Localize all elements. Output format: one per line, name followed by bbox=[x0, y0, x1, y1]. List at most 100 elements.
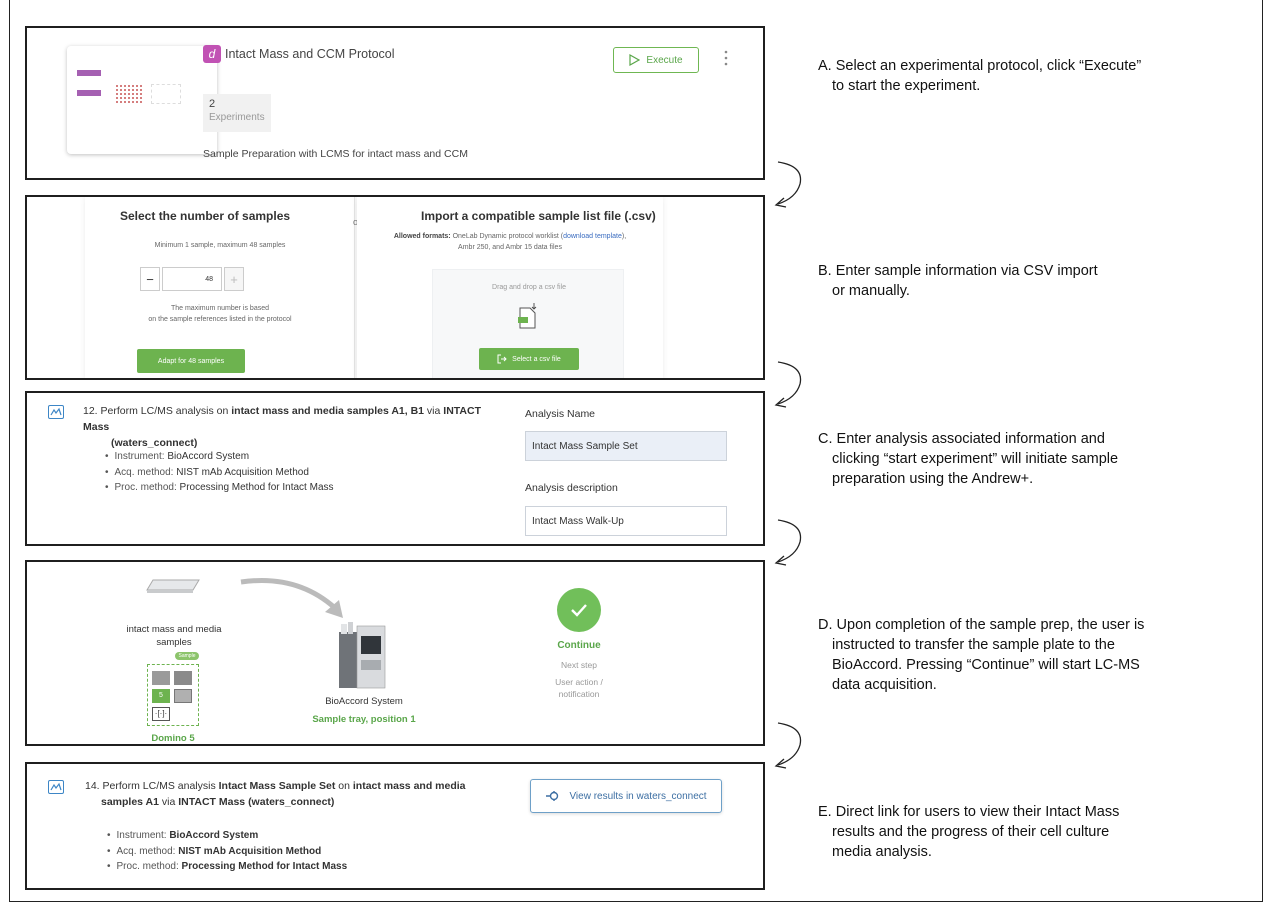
next-step-label: Next step bbox=[561, 660, 597, 670]
protocol-type-icon: d bbox=[203, 45, 221, 63]
step-text: 12. Perform LC/MS analysis on bbox=[83, 405, 232, 417]
select-csv-button[interactable]: Select a csv file bbox=[479, 348, 579, 370]
step-samples: intact mass and media bbox=[352, 780, 466, 792]
samples-label: intact mass and media samples bbox=[119, 623, 229, 649]
select-csv-label: Select a csv file bbox=[512, 355, 561, 363]
thumbnail-plate-empty bbox=[151, 84, 181, 104]
detail-value: NIST mAb Acquisition Method bbox=[176, 466, 309, 478]
continue-label[interactable]: Continue bbox=[539, 639, 619, 652]
more-options-icon[interactable] bbox=[724, 50, 728, 66]
step-method: INTACT Mass (waters_connect) bbox=[178, 796, 335, 808]
deck-cell-selected[interactable]: 5 bbox=[152, 689, 170, 703]
max-note: The maximum number is based on the sampl… bbox=[85, 303, 355, 325]
analysis-info-panel: 12. Perform LC/MS analysis on intact mas… bbox=[25, 391, 765, 546]
caption-b: B. Enter sample information via CSV impo… bbox=[818, 261, 1238, 301]
caption-line: B. Enter sample information via CSV impo… bbox=[818, 263, 1098, 279]
protocol-thumbnail[interactable] bbox=[67, 46, 217, 154]
caption-line: D. Upon completion of the sample prep, t… bbox=[818, 617, 1145, 633]
deck-cell bbox=[174, 689, 192, 703]
caption-c: C. Enter analysis associated information… bbox=[818, 429, 1238, 489]
check-icon bbox=[571, 604, 587, 617]
csv-import-title: Import a compatible sample list file (.c… bbox=[421, 209, 656, 223]
detail-value: BioAccord System bbox=[167, 451, 250, 462]
detail-key: Instrument: bbox=[114, 451, 168, 462]
analysis-name-label: Analysis Name bbox=[525, 408, 596, 420]
adapt-button[interactable]: Adapt for 48 samples bbox=[137, 349, 245, 373]
execute-button[interactable]: Execute bbox=[613, 47, 699, 73]
csv-file-icon bbox=[518, 303, 537, 329]
max-note-line1: The maximum number is based bbox=[170, 305, 270, 312]
step-14-title: 14. Perform LC/MS analysis Intact Mass S… bbox=[85, 778, 505, 810]
protocol-title[interactable]: Intact Mass and CCM Protocol bbox=[225, 47, 395, 61]
tray-position-label: Sample tray, position 1 bbox=[312, 714, 416, 725]
flow-arrow-icon bbox=[774, 519, 802, 566]
chart-icon bbox=[48, 780, 64, 794]
view-results-button[interactable]: View results in waters_connect bbox=[530, 779, 722, 813]
detail-key: Instrument: bbox=[116, 830, 170, 841]
experiments-count-box: 2 Experiments bbox=[203, 94, 271, 132]
transfer-arrow bbox=[240, 577, 343, 618]
deck-cell bbox=[174, 671, 192, 685]
adapt-button-label: Adapt for 48 samples bbox=[157, 357, 225, 365]
decrement-button[interactable]: − bbox=[140, 267, 160, 291]
caption-line: media analysis. bbox=[832, 844, 932, 860]
detail-proc-method: Proc. method: Processing Method for Inta… bbox=[105, 480, 334, 496]
allowed-formats: Allowed formats: OneLab Dynamic protocol… bbox=[357, 231, 663, 253]
increment-button[interactable]: + bbox=[224, 267, 244, 291]
caption-line: E. Direct link for users to view their I… bbox=[818, 804, 1120, 820]
sample-count-section: Select the number of samples Minimum 1 s… bbox=[85, 197, 355, 378]
sample-quantity-stepper: − 48 + bbox=[140, 267, 244, 291]
step-12-title: 12. Perform LC/MS analysis on intact mas… bbox=[83, 403, 503, 451]
analysis-name-input[interactable]: Intact Mass Sample Set bbox=[525, 431, 727, 461]
thumbnail-bar bbox=[77, 90, 101, 96]
connect-icon bbox=[546, 791, 559, 801]
caption-a: A. Select an experimental protocol, clic… bbox=[818, 56, 1238, 96]
caption-line: instructed to transfer the sample plate … bbox=[832, 637, 1115, 653]
detail-instrument: Instrument: BioAccord System bbox=[107, 828, 347, 844]
caption-line: BioAccord. Pressing “Continue” will star… bbox=[832, 657, 1140, 673]
protocol-description: Sample Preparation with LCMS for intact … bbox=[203, 148, 468, 160]
domino-deck[interactable]: 5 ·[·]· bbox=[147, 664, 199, 726]
detail-acq-method: Acq. method: NIST mAb Acquisition Method bbox=[105, 465, 334, 481]
caption-line: preparation using the Andrew+. bbox=[832, 471, 1034, 487]
play-icon bbox=[629, 54, 641, 66]
step-on: on bbox=[335, 780, 353, 792]
sample-range-text: Minimum 1 sample, maximum 48 samples bbox=[154, 242, 286, 249]
detail-acq-method: Acq. method: NIST mAb Acquisition Method bbox=[107, 844, 347, 860]
allowed-formats-suffix: ), bbox=[621, 233, 627, 240]
experiments-label: Experiments bbox=[209, 112, 265, 123]
max-note-line2: on the sample references listed in the p… bbox=[148, 316, 292, 323]
detail-value: Processing Method for Intact Mass bbox=[179, 482, 334, 493]
sample-count-input[interactable]: 48 bbox=[162, 267, 222, 291]
allowed-formats-text: OneLab Dynamic protocol worklist ( bbox=[452, 233, 564, 240]
user-action-label: User action / notification bbox=[539, 676, 619, 700]
allowed-formats-prefix: Allowed formats: bbox=[393, 233, 451, 240]
step-14-details: Instrument: BioAccord System Acq. method… bbox=[107, 828, 348, 875]
detail-value: NIST mAb Acquisition Method bbox=[178, 845, 322, 857]
csv-import-section: Import a compatible sample list file (.c… bbox=[357, 197, 663, 378]
step-12-details: Instrument: BioAccord System Acq. method… bbox=[105, 449, 334, 496]
download-template-link[interactable]: download template bbox=[563, 233, 622, 240]
analysis-description-input[interactable]: Intact Mass Walk-Up bbox=[525, 506, 727, 536]
experiments-count: 2 bbox=[209, 98, 216, 110]
sample-count-title: Select the number of samples bbox=[120, 209, 291, 223]
flow-arrow-icon bbox=[774, 161, 802, 208]
sample-badge: Sample bbox=[175, 652, 199, 660]
detail-value: Processing Method for Intact Mass bbox=[181, 861, 348, 872]
analysis-description-label: Analysis description bbox=[525, 482, 618, 494]
sample-plate-image bbox=[146, 579, 200, 593]
caption-e: E. Direct link for users to view their I… bbox=[818, 802, 1238, 862]
caption-d: D. Upon completion of the sample prep, t… bbox=[818, 615, 1238, 695]
protocol-card-panel: d Intact Mass and CCM Protocol 2 Experim… bbox=[25, 26, 765, 180]
execute-label: Execute bbox=[646, 54, 683, 66]
flow-arrow-icon bbox=[774, 722, 802, 769]
deck-cell-rack: ·[·]· bbox=[152, 707, 170, 721]
caption-line: A. Select an experimental protocol, clic… bbox=[818, 58, 1142, 74]
user-action-line1: User action / bbox=[555, 677, 603, 687]
step-set-name: Intact Mass Sample Set bbox=[218, 780, 336, 792]
step-via: via bbox=[424, 405, 444, 417]
transfer-plate-panel: intact mass and media samples Sample 5 ·… bbox=[25, 560, 765, 746]
csv-dropzone[interactable]: Drag and drop a csv file Select a csv fi… bbox=[432, 269, 624, 378]
sample-entry-panel: Select the number of samples Minimum 1 s… bbox=[25, 195, 765, 380]
continue-check-button[interactable] bbox=[557, 588, 601, 632]
